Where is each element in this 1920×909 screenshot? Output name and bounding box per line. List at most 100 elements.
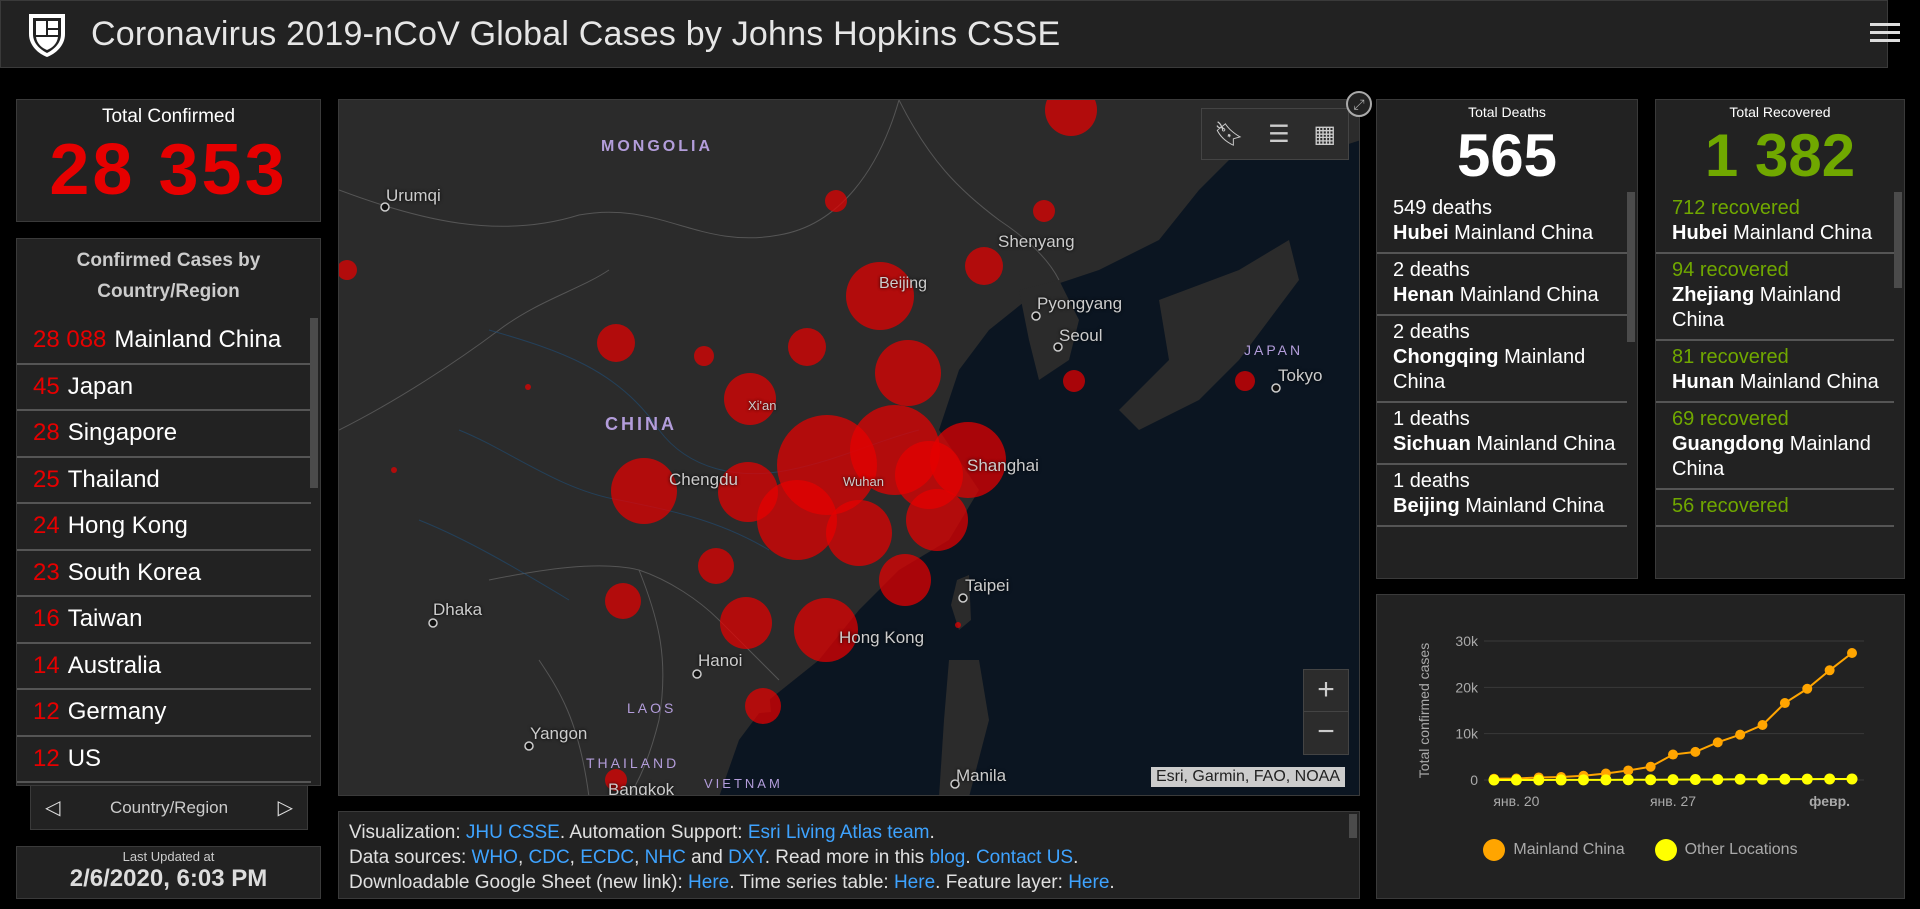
country-name: Singapore	[67, 419, 178, 447]
country-row[interactable]: 28 088 Mainland China	[17, 318, 311, 365]
chart-data-point	[1533, 774, 1545, 786]
hamburger-menu-icon[interactable]	[1870, 18, 1900, 48]
info-scrollbar[interactable]	[1349, 814, 1357, 838]
who-link[interactable]: WHO	[472, 847, 518, 868]
jhu-csse-link[interactable]: JHU CSSE	[466, 822, 560, 843]
recovered-scrollbar[interactable]	[1894, 192, 1902, 288]
city-label-taipei: Taipei	[965, 576, 1010, 595]
country-row[interactable]: 28 Singapore	[17, 411, 311, 458]
country-count: 23	[33, 558, 60, 586]
chart-data-point	[1645, 774, 1657, 786]
time-series-link[interactable]: Here	[894, 872, 935, 893]
recovered-row[interactable]: 69 recovered Guangdong Mainland China	[1656, 403, 1894, 490]
country-name: Japan	[67, 372, 134, 400]
death-country: Mainland China	[1454, 222, 1594, 244]
country-count: 28 088	[33, 326, 107, 354]
total-confirmed-label: Total Confirmed	[101, 106, 236, 127]
country-row[interactable]: 23 South Korea	[17, 551, 311, 597]
deaths-row[interactable]: 1 deaths Beijing Mainland China	[1377, 465, 1627, 527]
city-label-urumqi: Urumqi	[386, 186, 441, 205]
land-mainland-asia	[339, 100, 1359, 795]
country-row[interactable]: 16 Taiwan	[17, 597, 311, 644]
zoom-out-button[interactable]: −	[1304, 712, 1348, 754]
country-row[interactable]: 14 Australia	[17, 644, 311, 690]
country-list-scrollbar[interactable]	[310, 318, 318, 488]
death-unit: deaths	[1409, 321, 1470, 343]
recovered-count: 712	[1672, 197, 1706, 219]
confirmed-cases-chart: 0 10k 20k 30k Total confirmed cases янв. 20 ян…	[1416, 633, 1864, 809]
feature-layer-link[interactable]: Here	[1068, 872, 1109, 893]
total-recovered-value: 1 382	[1704, 122, 1856, 189]
recovered-region: Hunan	[1672, 371, 1735, 393]
recovered-row[interactable]: 56 recovered	[1656, 490, 1894, 527]
chart-y-tick-label: 0	[1470, 772, 1478, 788]
death-count: 1	[1393, 470, 1405, 492]
pager-next-icon[interactable]: ▷	[278, 795, 293, 820]
chart-data-point	[1600, 774, 1612, 786]
cdc-link[interactable]: CDC	[529, 847, 570, 868]
country-row[interactable]: 25 Thailand	[17, 458, 311, 504]
blog-link[interactable]: blog	[929, 847, 965, 868]
deaths-row[interactable]: 1 deaths Sichuan Mainland China	[1377, 403, 1627, 465]
legend-item-other[interactable]: Other Locations	[1654, 839, 1798, 861]
city-label-hongkong: Hong Kong	[839, 628, 925, 647]
bookmark-icon[interactable]: 🔖︎	[1214, 120, 1244, 149]
chart-data-point	[1757, 719, 1768, 730]
zoom-in-button[interactable]: +	[1304, 670, 1348, 712]
deaths-row[interactable]: 2 deaths Chongqing Mainland China	[1377, 316, 1627, 403]
list-icon[interactable]: ☰	[1268, 120, 1290, 149]
city-label-dhaka: Dhaka	[433, 600, 483, 619]
death-region: Chongqing	[1393, 346, 1499, 368]
info-line-3: Downloadable Google Sheet (new link): He…	[349, 870, 1349, 895]
confirmed-by-country-panel: Confirmed Cases by Country/Region 28 088…	[16, 238, 321, 786]
basemap-gallery-icon[interactable]: ▦	[1313, 120, 1336, 149]
death-region: Henan	[1393, 284, 1455, 306]
info-panel: Visualization: JHU CSSE. Automation Supp…	[338, 811, 1360, 899]
death-country: Mainland China	[1459, 284, 1599, 306]
info-text: . Feature layer:	[935, 872, 1069, 893]
legend-label: Mainland China	[1513, 841, 1625, 858]
total-recovered-label: Total Recovered	[1729, 104, 1831, 120]
country-panel-title: Confirmed Cases by Country/Region	[76, 250, 261, 302]
city-label-shanghai: Shanghai	[967, 456, 1039, 475]
deaths-scrollbar[interactable]	[1627, 192, 1635, 342]
recovered-country: Mainland China	[1739, 371, 1879, 393]
deaths-row[interactable]: 549 deaths Hubei Mainland China	[1377, 192, 1627, 254]
ecdc-link[interactable]: ECDC	[580, 847, 634, 868]
country-count: 16	[33, 605, 60, 633]
info-text: .	[1109, 872, 1115, 893]
pager-label: Country/Region	[109, 797, 229, 817]
total-recovered-panel: Total Recovered 1 382 712 recovered Hubei…	[1655, 99, 1905, 579]
city-label-hanoi: Hanoi	[698, 651, 743, 670]
recovered-region: Zhejiang	[1672, 284, 1755, 306]
map-view[interactable]: MONGOLIA CHINA JAPAN LAOS THAILAND VIETN…	[338, 99, 1360, 796]
country-row[interactable]: 24 Hong Kong	[17, 504, 311, 551]
recovered-row[interactable]: 81 recovered Hunan Mainland China	[1656, 341, 1894, 403]
dxy-link[interactable]: DXY	[728, 847, 765, 868]
google-sheet-link[interactable]: Here	[688, 872, 729, 893]
pager-prev-icon[interactable]: ◁	[45, 795, 60, 820]
country-name: Australia	[67, 651, 162, 679]
deaths-row[interactable]: 2 deaths Henan Mainland China	[1377, 254, 1627, 316]
country-name: Hong Kong	[67, 512, 188, 540]
country-row[interactable]: 12 Germany	[17, 690, 311, 737]
contact-link[interactable]: Contact US	[976, 847, 1073, 868]
country-row[interactable]: 45 Japan	[17, 365, 311, 411]
recovered-row[interactable]: 712 recovered Hubei Mainland China	[1656, 192, 1894, 254]
chart-data-point	[1712, 737, 1723, 748]
city-label-wuhan: Wuhan	[843, 474, 884, 489]
nhc-link[interactable]: NHC	[645, 847, 686, 868]
confirmed-cases-chart-panel: 0 10k 20k 30k Total confirmed cases янв. 20 ян…	[1376, 594, 1905, 899]
map-canvas[interactable]	[339, 100, 1360, 796]
death-unit: deaths	[1409, 470, 1470, 492]
recovered-count: 94	[1672, 259, 1695, 281]
recovered-row[interactable]: 94 recovered Zhejiang Mainland China	[1656, 254, 1894, 341]
land-japan	[1119, 240, 1299, 430]
recovered-region: Hubei	[1672, 222, 1728, 244]
app-header: Coronavirus 2019-nCoV Global Cases by Jo…	[0, 0, 1900, 68]
esri-team-link[interactable]: Esri Living Atlas team	[748, 822, 930, 843]
info-text: and	[685, 847, 729, 868]
country-row[interactable]: 12 US	[17, 737, 311, 783]
expand-icon[interactable]: ⤢	[1346, 91, 1372, 117]
legend-item-mainland[interactable]: Mainland China	[1483, 839, 1625, 861]
